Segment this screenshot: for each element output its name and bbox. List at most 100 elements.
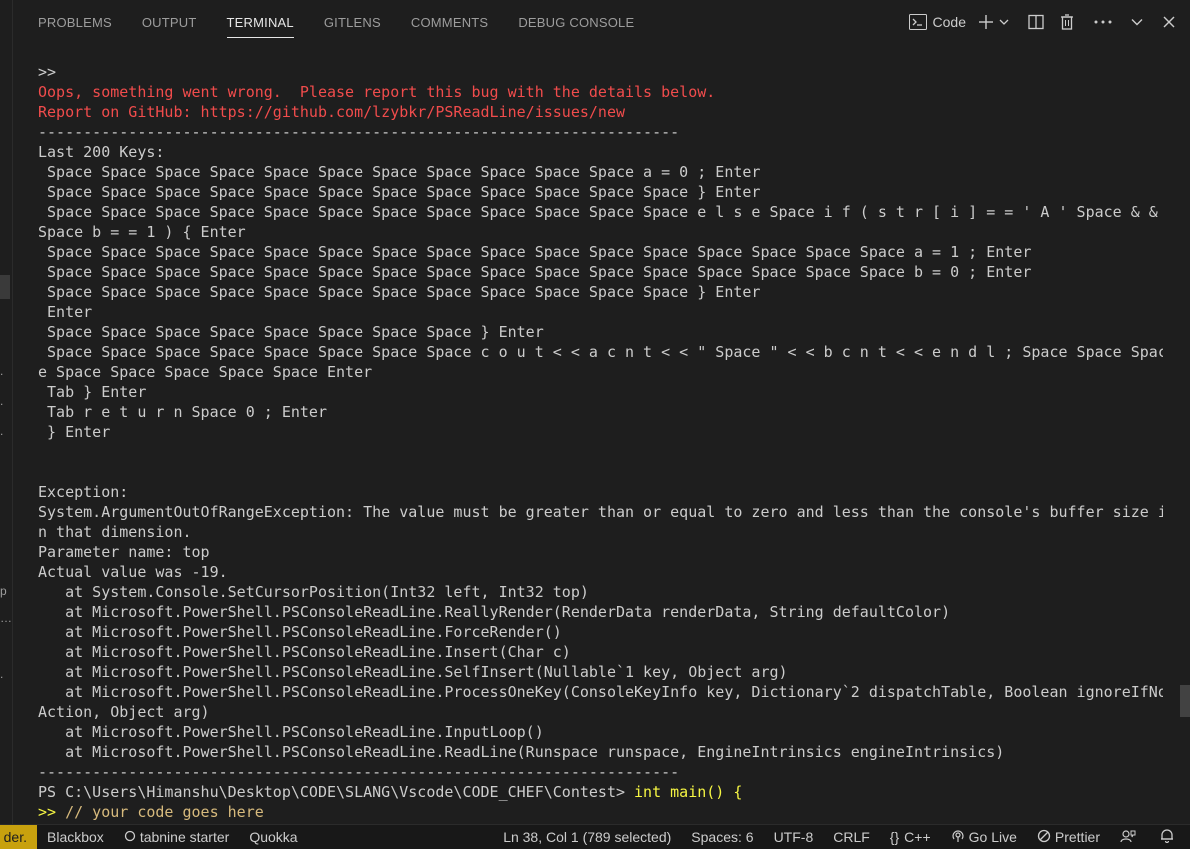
terminal-line: Report on GitHub: https://github.com/lzy…	[38, 103, 625, 121]
terminal-line: n that dimension.	[38, 523, 192, 541]
terminal-line: System.ArgumentOutOfRangeException: The …	[38, 503, 1163, 521]
split-icon	[1028, 14, 1044, 30]
maximize-panel-button[interactable]	[1130, 11, 1144, 33]
terminal-line: Exception:	[38, 483, 129, 501]
terminal-line: } Enter	[38, 423, 111, 441]
terminal-output[interactable]: >> Oops, something went wrong. Please rep…	[13, 44, 1163, 825]
panel-header: PROBLEMS OUTPUT TERMINAL GITLENS COMMENT…	[13, 0, 1190, 44]
terminal-name: Code	[932, 14, 966, 30]
tab-gitlens[interactable]: GITLENS	[324, 0, 381, 44]
gutter-mark: p	[0, 584, 7, 598]
gutter-mark: .	[0, 667, 4, 681]
prompt-keyword: int	[634, 783, 662, 801]
prompt-input-rest: main() {	[661, 783, 743, 801]
status-remote[interactable]: der.	[0, 825, 37, 849]
plus-icon	[978, 14, 994, 30]
terminal-line: Tab } Enter	[38, 383, 147, 401]
close-panel-button[interactable]	[1162, 11, 1176, 33]
terminal-selector[interactable]: Code	[908, 11, 966, 33]
status-go-live[interactable]: Go Live	[941, 825, 1027, 849]
terminal-line: Oops, something went wrong. Please repor…	[38, 83, 716, 101]
terminal-line: Action, Object arg)	[38, 703, 210, 721]
braces-icon: {}	[889, 829, 900, 845]
terminal-line: at Microsoft.PowerShell.PSConsoleReadLin…	[38, 603, 951, 621]
launch-profile-button[interactable]	[998, 11, 1010, 33]
terminal-line: Space b = = 1 ) { Enter	[38, 223, 246, 241]
terminal-lines: >> Oops, something went wrong. Please rep…	[38, 62, 1163, 782]
continuation-prefix: >>	[38, 803, 57, 821]
split-terminal-button[interactable]	[1028, 11, 1044, 33]
tab-output[interactable]: OUTPUT	[142, 0, 197, 44]
terminal-line: Space Space Space Space Space Space Spac…	[38, 163, 761, 181]
terminal-line: at Microsoft.PowerShell.PSConsoleReadLin…	[38, 683, 1163, 701]
status-right: Ln 38, Col 1 (789 selected) Spaces: 6 UT…	[493, 825, 1190, 849]
status-language-label: C++	[904, 829, 931, 845]
terminal-line: at Microsoft.PowerShell.PSConsoleReadLin…	[38, 743, 1005, 761]
terminal-line: Space Space Space Space Space Space Spac…	[38, 263, 1032, 281]
terminal-continuation-line: >> // your code goes here	[38, 802, 1163, 822]
terminal-line: Space Space Space Space Space Space Spac…	[38, 283, 761, 301]
status-feedback[interactable]	[1110, 825, 1150, 849]
terminal-line: Last 200 Keys:	[38, 143, 165, 161]
status-cursor-position[interactable]: Ln 38, Col 1 (789 selected)	[493, 825, 681, 849]
terminal-icon	[908, 14, 927, 30]
more-icon	[1094, 20, 1112, 24]
terminal-line: Space Space Space Space Space Space Spac…	[38, 323, 544, 341]
tab-debug-console[interactable]: DEBUG CONSOLE	[518, 0, 634, 44]
status-remote-label: der.	[3, 829, 27, 845]
status-tabnine[interactable]: tabnine starter	[114, 825, 240, 849]
terminal-line: Space Space Space Space Space Space Spac…	[38, 203, 1158, 221]
terminal-line: at System.Console.SetCursorPosition(Int3…	[38, 583, 589, 601]
left-gutter: . . . p … .	[0, 0, 13, 825]
terminal-prompt-line: PS C:\Users\Himanshu\Desktop\CODE\SLANG\…	[38, 782, 1163, 802]
terminal-line: e Space Space Space Space Space Enter	[38, 363, 373, 381]
status-blackbox[interactable]: Blackbox	[37, 825, 114, 849]
circle-icon	[124, 829, 140, 845]
terminal-line: ----------------------------------------…	[38, 763, 680, 781]
broadcast-icon	[951, 829, 969, 846]
terminal-line: Space Space Space Space Space Space Spac…	[38, 343, 1163, 361]
status-bar: der. Blackbox tabnine starter Quokka Ln …	[0, 824, 1190, 849]
terminal-line: Parameter name: top	[38, 543, 210, 561]
status-eol[interactable]: CRLF	[823, 825, 880, 849]
terminal-line: Space Space Space Space Space Space Spac…	[38, 243, 1032, 261]
terminal-line: at Microsoft.PowerShell.PSConsoleReadLin…	[38, 643, 571, 661]
status-indentation[interactable]: Spaces: 6	[681, 825, 763, 849]
gutter-mark: .	[0, 364, 4, 378]
status-quokka[interactable]: Quokka	[239, 825, 307, 849]
status-language[interactable]: {} C++	[880, 825, 941, 849]
tab-terminal[interactable]: TERMINAL	[226, 0, 295, 44]
new-terminal-button[interactable]	[978, 11, 994, 33]
tab-comments[interactable]: COMMENTS	[411, 0, 488, 44]
continuation-text: // your code goes here	[56, 803, 264, 821]
feedback-icon	[1120, 829, 1140, 846]
terminal-line: at Microsoft.PowerShell.PSConsoleReadLin…	[38, 663, 788, 681]
terminal-line: Space Space Space Space Space Space Spac…	[38, 183, 761, 201]
prompt-path: PS C:\Users\Himanshu\Desktop\CODE\SLANG\…	[38, 783, 625, 801]
terminal-line: at Microsoft.PowerShell.PSConsoleReadLin…	[38, 723, 544, 741]
more-actions-button[interactable]	[1094, 11, 1112, 33]
terminal-line: Tab r e t u r n Space 0 ; Enter	[38, 403, 327, 421]
gutter-mark: …	[0, 611, 12, 625]
status-notifications[interactable]	[1150, 825, 1190, 849]
terminal-line: Enter	[38, 303, 93, 321]
status-prettier-label: Prettier	[1054, 829, 1100, 845]
terminal-line: Actual value was -19.	[38, 563, 228, 581]
close-icon	[1162, 15, 1176, 29]
kill-terminal-button[interactable]	[1060, 11, 1074, 33]
terminal-scrollbar-thumb[interactable]	[1180, 685, 1190, 717]
chevron-down-icon	[998, 16, 1010, 28]
status-prettier[interactable]: Prettier	[1027, 825, 1110, 849]
status-quokka-label: Quokka	[249, 829, 298, 845]
gutter-scroll-block	[0, 275, 10, 299]
status-go-live-label: Go Live	[968, 829, 1017, 845]
terminal-line: >>	[38, 63, 57, 81]
status-tabnine-label: tabnine starter	[139, 829, 230, 845]
prohibit-icon	[1037, 829, 1055, 846]
tab-problems[interactable]: PROBLEMS	[38, 0, 112, 44]
status-encoding[interactable]: UTF-8	[764, 825, 824, 849]
panel-actions: Code	[897, 11, 1190, 33]
gutter-mark: .	[0, 424, 4, 438]
